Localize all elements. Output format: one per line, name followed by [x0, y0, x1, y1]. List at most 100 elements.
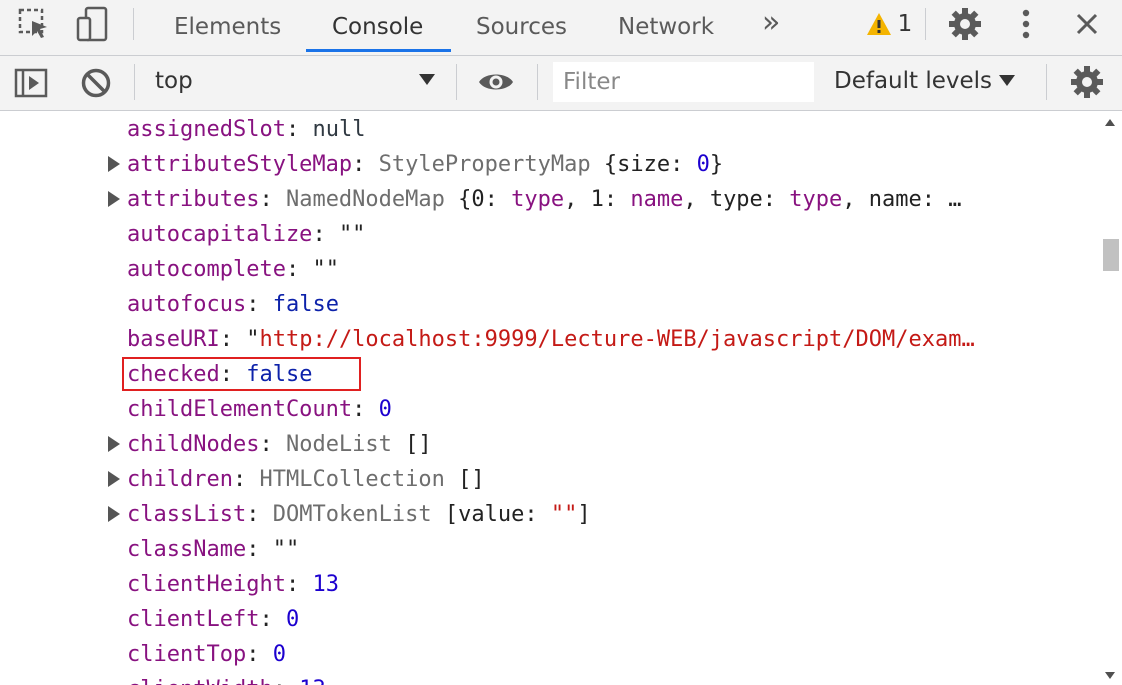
warning-icon — [866, 13, 891, 35]
property-value: [] — [458, 467, 485, 492]
property-value: type — [789, 187, 843, 212]
property-row: clientHeight: 13 — [0, 567, 1100, 602]
tab-sources[interactable]: Sources — [476, 0, 567, 53]
property-row[interactable]: children: HTMLCollection [] — [0, 462, 1100, 497]
property-value: } — [709, 152, 724, 177]
scroll-down-arrow-icon[interactable] — [1105, 672, 1115, 679]
property-text: children: HTMLCollection [] — [127, 467, 485, 492]
property-value: 0 — [696, 152, 710, 177]
separator — [1046, 64, 1047, 100]
scroll-up-arrow-icon[interactable] — [1105, 119, 1115, 126]
warnings-counter[interactable]: 1 — [862, 0, 916, 48]
settings-gear-icon[interactable] — [944, 0, 986, 48]
warning-count: 1 — [897, 11, 913, 37]
property-text: childNodes: NodeList [] — [127, 432, 432, 457]
log-levels-dropdown[interactable]: Default levels — [834, 68, 992, 94]
property-key: baseURI — [127, 327, 220, 352]
property-row: clientWidth: 13 — [0, 672, 1100, 685]
separator — [456, 64, 457, 100]
expand-triangle-icon[interactable] — [108, 191, 120, 207]
property-key: clientHeight — [127, 572, 286, 597]
separator — [925, 8, 926, 40]
levels-dropdown-arrow-icon[interactable] — [999, 75, 1015, 86]
active-tab-indicator — [306, 49, 451, 52]
property-value: "" — [550, 502, 578, 527]
property-value: http://localhost:9999/Lecture-WEB/javasc… — [259, 327, 975, 352]
clear-console-icon[interactable] — [78, 66, 114, 100]
property-value: DOMTokenList — [272, 502, 445, 527]
expand-triangle-icon[interactable] — [108, 471, 120, 487]
property-value: , type: — [683, 187, 790, 212]
property-key: autocomplete — [127, 257, 286, 282]
property-row: clientLeft: 0 — [0, 602, 1100, 637]
property-value: StylePropertyMap — [378, 152, 604, 177]
property-value: ] — [577, 502, 591, 527]
property-key: children — [127, 467, 233, 492]
property-row: className: "" — [0, 532, 1100, 567]
property-key: attributes — [127, 187, 260, 212]
console-output[interactable]: assignedSlot: null attributeStyleMap: Sty… — [0, 112, 1100, 685]
expand-triangle-icon[interactable] — [108, 436, 120, 452]
property-key: clientLeft — [127, 607, 260, 632]
filter-input[interactable] — [553, 62, 814, 102]
property-value: HTMLCollection — [259, 467, 459, 492]
property-value: "" — [272, 537, 300, 562]
property-text: autofocus: false — [127, 292, 339, 317]
vertical-scrollbar[interactable] — [1100, 112, 1122, 685]
tab-console[interactable]: Console — [332, 0, 423, 53]
property-value: type — [511, 187, 565, 212]
inspect-element-icon[interactable] — [14, 0, 54, 48]
context-dropdown-arrow-icon[interactable] — [419, 74, 435, 85]
tab-elements[interactable]: Elements — [174, 0, 281, 53]
property-text: attributeStyleMap: StylePropertyMap {siz… — [127, 152, 724, 177]
property-text: autocomplete: "" — [127, 257, 339, 282]
property-value: [value: — [444, 502, 551, 527]
devtools-tabbar: Elements Console Sources Network » 1 — [0, 0, 1122, 56]
property-value: {size: — [603, 152, 697, 177]
property-value: false — [272, 292, 339, 317]
scrollbar-thumb[interactable] — [1103, 239, 1119, 271]
property-key: className — [127, 537, 247, 562]
property-value: 13 — [312, 572, 339, 597]
property-key: clientTop — [127, 642, 247, 667]
property-row[interactable]: attributes: NamedNodeMap {0: type, 1: na… — [0, 182, 1100, 217]
property-row: childElementCount: 0 — [0, 392, 1100, 427]
property-text: assignedSlot: null — [127, 117, 366, 142]
property-value: name — [630, 187, 684, 212]
property-value: , 1: — [564, 187, 631, 212]
show-sidebar-icon[interactable] — [12, 66, 50, 100]
property-row[interactable]: classList: DOMTokenList [value: ""] — [0, 497, 1100, 532]
context-selector[interactable]: top — [155, 68, 193, 94]
property-text: autocapitalize: "" — [127, 222, 366, 247]
property-value: , name: … — [842, 187, 962, 212]
property-value: "" — [338, 222, 366, 247]
property-text: baseURI: "http://localhost:9999/Lecture-… — [127, 327, 975, 352]
property-text: clientWidth: 13 — [127, 672, 326, 685]
property-key: assignedSlot — [127, 117, 286, 142]
property-row[interactable]: childNodes: NodeList [] — [0, 427, 1100, 462]
property-text: className: "" — [127, 537, 300, 562]
property-value: NamedNodeMap — [285, 187, 459, 212]
tab-network[interactable]: Network — [618, 0, 714, 53]
live-expression-eye-icon[interactable] — [474, 66, 518, 98]
device-toolbar-icon[interactable] — [72, 0, 112, 48]
separator — [537, 64, 538, 100]
property-key: classList — [127, 502, 247, 527]
property-value: NodeList — [285, 432, 406, 457]
property-value: null — [312, 117, 366, 142]
property-value: 0 — [272, 642, 286, 667]
property-row: autocapitalize: "" — [0, 217, 1100, 252]
more-options-icon[interactable] — [1014, 0, 1038, 48]
expand-triangle-icon[interactable] — [108, 156, 120, 172]
property-key: clientWidth — [127, 677, 273, 685]
property-row[interactable]: attributeStyleMap: StylePropertyMap {siz… — [0, 147, 1100, 182]
more-tabs-button[interactable]: » — [762, 0, 780, 49]
property-key: childElementCount — [127, 397, 353, 422]
property-text: clientLeft: 0 — [127, 607, 300, 632]
property-value: 0 — [285, 607, 300, 632]
expand-triangle-icon[interactable] — [108, 506, 120, 522]
property-value: 13 — [299, 677, 326, 685]
console-settings-gear-icon[interactable] — [1068, 64, 1106, 100]
property-value: " — [246, 327, 260, 352]
close-icon[interactable] — [1070, 0, 1104, 48]
